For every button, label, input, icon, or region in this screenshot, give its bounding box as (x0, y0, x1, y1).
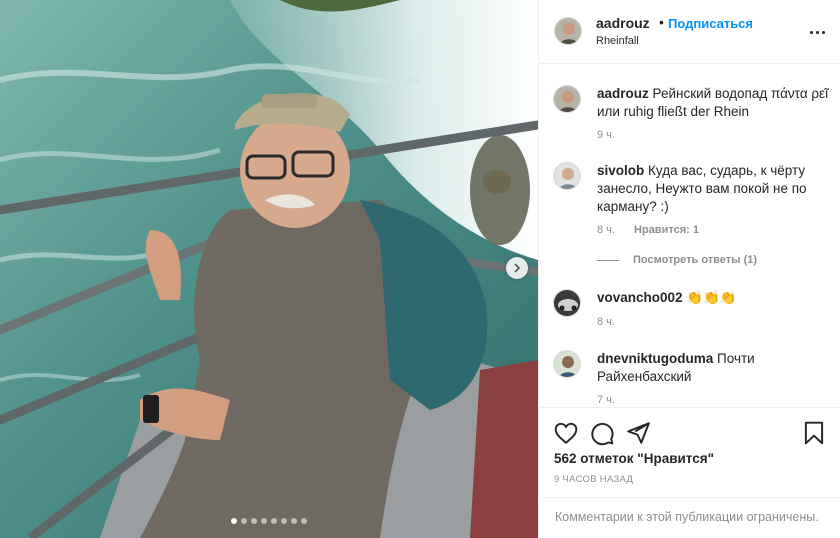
post-photo[interactable] (0, 0, 538, 538)
comment-bubble-icon[interactable] (589, 420, 615, 446)
comment-time[interactable]: 8 ч. (597, 224, 615, 236)
separator-dot: • (659, 14, 664, 30)
avatar[interactable] (553, 289, 581, 317)
location-link[interactable]: Rheinfall (596, 35, 639, 47)
post-time-ago[interactable]: 9 ЧАСОВ НАЗАД (554, 474, 633, 485)
carousel-dot (241, 518, 247, 524)
instagram-post: aadrouz • Подписаться Rheinfall aadrouz … (0, 0, 840, 538)
avatar[interactable] (553, 350, 581, 378)
comment-time[interactable]: 8 ч. (597, 316, 615, 328)
comment-likes[interactable]: Нравится: 1 (634, 224, 699, 236)
comment-time[interactable]: 9 ч. (597, 129, 615, 141)
avatar[interactable] (554, 17, 582, 45)
follow-button[interactable]: Подписаться (668, 16, 753, 31)
comment-text: sivolob Куда вас, сударь, к чёрту занесл… (597, 162, 829, 216)
post-actions: 562 отметок "Нравится" 9 ЧАСОВ НАЗАД (539, 407, 840, 497)
comment-username[interactable]: dnevniktugoduma (597, 351, 713, 366)
view-replies-label: Посмотреть ответы (1) (633, 254, 758, 266)
comments-list: aadrouz Рейнский водопад πάντα ρεῖ или r… (539, 65, 840, 407)
view-replies-button[interactable]: Посмотреть ответы (1) (597, 254, 757, 266)
comment-text: vovancho002 👏👏👏 (597, 289, 829, 307)
comment-meta: 8 ч. Нравится: 1 (597, 224, 699, 236)
carousel-dot (301, 518, 307, 524)
avatar-photo (554, 351, 580, 377)
post-header: aadrouz • Подписаться Rheinfall (539, 0, 840, 64)
carousel-dot (231, 518, 237, 524)
avatar-photo (554, 290, 580, 316)
comment-username[interactable]: vovancho002 (597, 290, 683, 305)
avatar-photo (554, 163, 580, 189)
carousel-dot (291, 518, 297, 524)
carousel-dot (251, 518, 257, 524)
comment-username[interactable]: aadrouz (597, 86, 649, 101)
more-options-icon[interactable] (810, 23, 828, 41)
likes-count[interactable]: 562 отметок "Нравится" (554, 451, 714, 466)
divider (597, 259, 619, 261)
comment-username[interactable]: sivolob (597, 163, 644, 178)
comments-restricted-notice: Комментарии к этой публикации ограничены… (539, 497, 840, 538)
restricted-text: Комментарии к этой публикации ограничены… (555, 510, 819, 524)
next-slide-button[interactable] (506, 257, 528, 279)
post-side-panel: aadrouz • Подписаться Rheinfall aadrouz … (538, 0, 840, 538)
paper-plane-icon[interactable] (625, 420, 651, 446)
avatar[interactable] (553, 162, 581, 190)
comment-time[interactable]: 7 ч. (597, 394, 615, 406)
comment-text: dnevniktugoduma Почти Райхенбахский (597, 350, 829, 386)
heart-icon[interactable] (553, 420, 579, 446)
carousel-indicator (0, 518, 538, 524)
avatar-photo (555, 18, 581, 44)
comment-body: 👏👏👏 (686, 290, 737, 305)
avatar[interactable] (553, 85, 581, 113)
carousel-dot (261, 518, 267, 524)
bookmark-icon[interactable] (801, 420, 827, 446)
comment-text: aadrouz Рейнский водопад πάντα ρεῖ или r… (597, 85, 829, 121)
carousel-dot (281, 518, 287, 524)
carousel-dot (271, 518, 277, 524)
author-username[interactable]: aadrouz (596, 15, 650, 31)
avatar-photo (554, 86, 580, 112)
chevron-right-icon (514, 263, 521, 273)
photo-scene (0, 0, 538, 538)
